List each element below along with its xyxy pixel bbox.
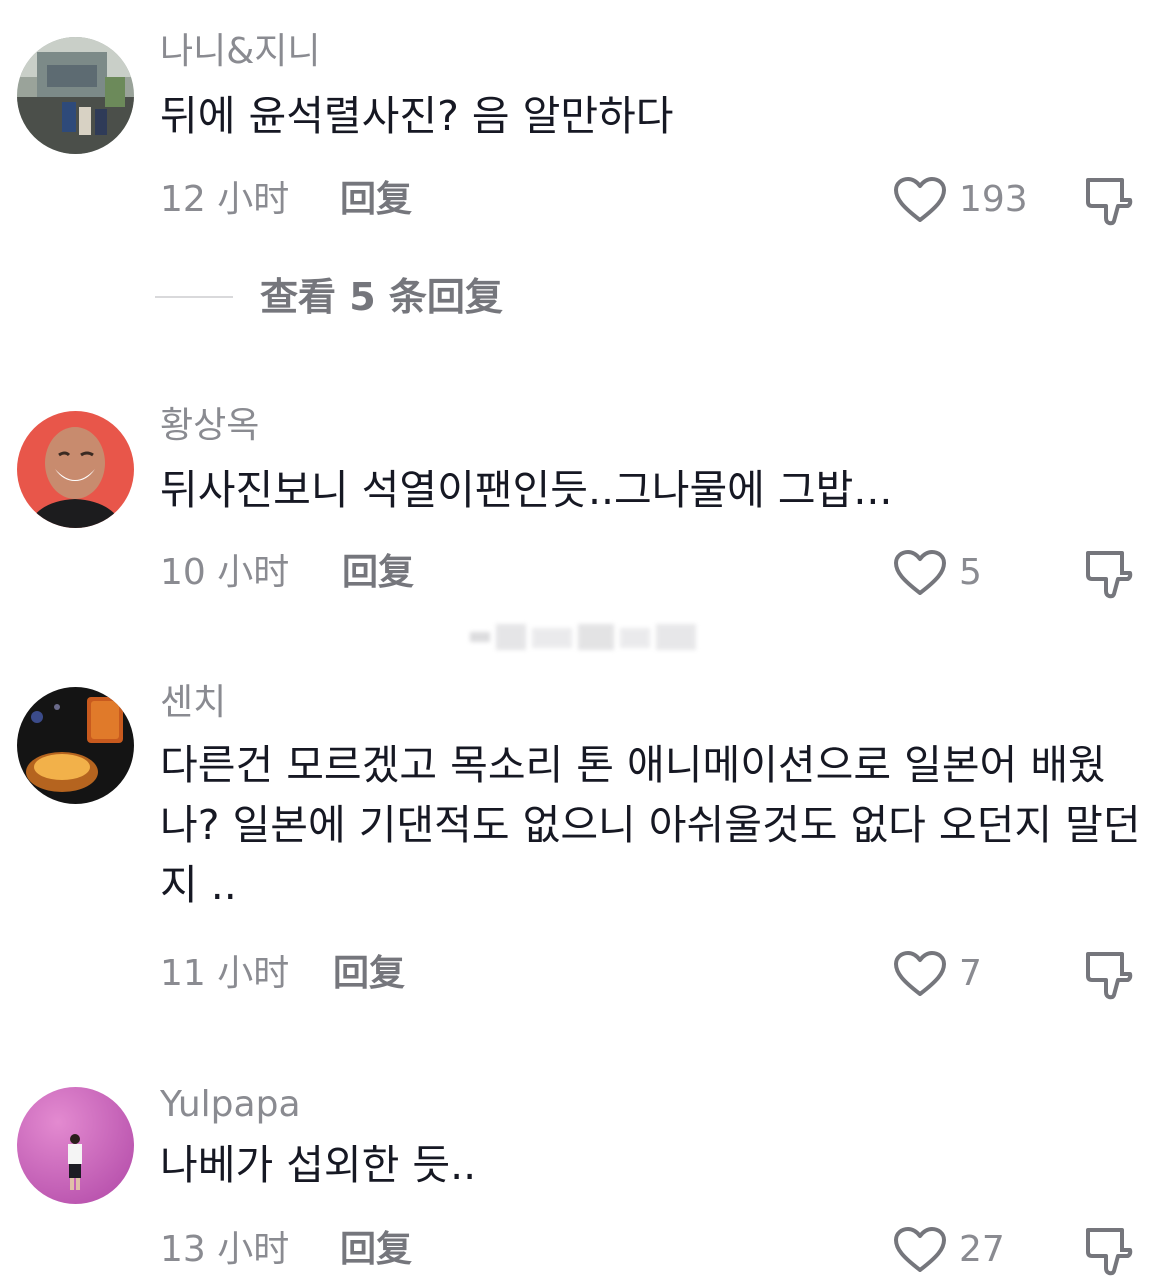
thumbs-down-icon[interactable]	[1084, 547, 1134, 599]
comment-text: 뒤에 윤석렬사진? 음 알만하다	[160, 92, 674, 140]
comment-timestamp: 13 小时	[160, 1229, 290, 1270]
purple-wall-avatar	[17, 1087, 134, 1204]
heart-outline-icon[interactable]	[893, 1226, 947, 1274]
avatar[interactable]	[17, 1087, 134, 1204]
comment-timestamp: 11 小时	[160, 953, 290, 994]
comment-username[interactable]: 센치	[160, 683, 226, 723]
comment-text: 나베가 섭외한 듯..	[160, 1141, 477, 1189]
thumbs-down-icon[interactable]	[1084, 948, 1134, 1000]
comment-username[interactable]: 황상옥	[160, 406, 259, 446]
comment-text: 다른건 모르겠고 목소리 톤 애니메이션으로 일본어 배웠나? 일본에 기댄적도…	[160, 741, 1141, 909]
reply-button[interactable]: 回复	[340, 1230, 412, 1270]
heart-outline-icon[interactable]	[893, 176, 947, 224]
comment-username[interactable]: 나니&지니	[160, 32, 321, 72]
like-count: 7	[959, 953, 982, 994]
divider-line	[155, 296, 233, 298]
watermark	[470, 624, 696, 650]
comment-timestamp: 10 小时	[160, 552, 290, 593]
heart-outline-icon[interactable]	[893, 549, 947, 597]
like-count: 5	[959, 552, 982, 593]
view-replies-label: 查看 5 条回复	[260, 275, 503, 319]
comment-username[interactable]: Yulpapa	[160, 1085, 301, 1125]
avatar[interactable]	[17, 37, 134, 154]
avatar[interactable]	[17, 687, 134, 804]
thumbs-down-icon[interactable]	[1084, 174, 1134, 226]
street-photo-avatar	[17, 37, 134, 154]
like-count: 193	[959, 179, 1028, 220]
thumbs-down-icon[interactable]	[1084, 1224, 1134, 1276]
reply-button[interactable]: 回复	[333, 954, 405, 994]
night-food-avatar	[17, 687, 134, 804]
like-count: 27	[959, 1229, 1005, 1270]
reply-button[interactable]: 回复	[340, 180, 412, 220]
heart-outline-icon[interactable]	[893, 950, 947, 998]
comment-text: 뒤사진보니 석열이팬인듯..그나물에 그밥...	[160, 466, 893, 514]
laughing-man-avatar	[17, 411, 134, 528]
comment-timestamp: 12 小时	[160, 179, 290, 220]
avatar[interactable]	[17, 411, 134, 528]
reply-button[interactable]: 回复	[342, 553, 414, 593]
